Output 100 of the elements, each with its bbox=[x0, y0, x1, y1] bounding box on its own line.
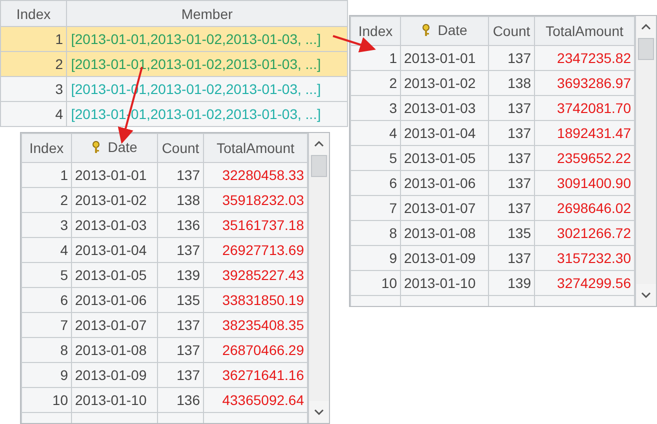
table-cell: 136 bbox=[158, 388, 204, 412]
scroll-down-button[interactable] bbox=[636, 284, 656, 306]
scroll-up-button[interactable] bbox=[309, 133, 329, 155]
table-cell: 35918232.03 bbox=[204, 188, 308, 212]
header-label: Date bbox=[438, 22, 468, 38]
table-cell: 1 bbox=[22, 162, 72, 188]
chevron-up-icon bbox=[641, 24, 651, 30]
table-cell: 2013-01-08 bbox=[72, 338, 158, 362]
table-cell: 3 bbox=[0, 76, 66, 102]
table-cell: 136 bbox=[158, 212, 204, 238]
table-cell: 138 bbox=[158, 188, 204, 212]
table-cell: 9 bbox=[22, 362, 72, 388]
table-cell: 137 bbox=[158, 238, 204, 262]
header-label: Date bbox=[108, 139, 138, 156]
table-cell: 36271641.16 bbox=[204, 362, 308, 388]
table-cell: 7 bbox=[22, 312, 72, 338]
table-cell: 137 bbox=[488, 146, 534, 170]
table-cell: 2 bbox=[22, 188, 72, 212]
table-cell: 8 bbox=[22, 338, 72, 362]
table-cell: 5 bbox=[350, 146, 400, 170]
arrow bbox=[332, 35, 376, 52]
column-header: TotalAmount bbox=[204, 134, 308, 162]
table-cell: 2698646.02 bbox=[534, 196, 634, 220]
table-cell: 9 bbox=[350, 246, 400, 270]
column-header: Count bbox=[158, 134, 204, 162]
table-cell: 1892431.47 bbox=[534, 120, 634, 146]
table-cell: 137 bbox=[488, 96, 534, 120]
scrollbar[interactable] bbox=[635, 16, 656, 306]
chevron-down-icon bbox=[641, 292, 651, 298]
table-cell: 2013-01-06 bbox=[400, 170, 488, 196]
table-cell: 43365092.64 bbox=[204, 388, 308, 412]
table-cell: 2013-01-05 bbox=[72, 262, 158, 288]
table-cell: 2013-01-01 bbox=[400, 46, 488, 70]
table-cell: 26870466.29 bbox=[204, 338, 308, 362]
table-row[interactable]: 2 [2013-01-01,2013-01-02,2013-01-03, ...] bbox=[0, 52, 348, 76]
scroll-thumb[interactable] bbox=[638, 38, 654, 60]
table-cell: 1 bbox=[0, 26, 66, 52]
table-cell: 2359652.22 bbox=[534, 146, 634, 170]
scroll-up-button[interactable] bbox=[636, 16, 656, 38]
table-cell: 135 bbox=[488, 220, 534, 246]
table-cell: 39285227.43 bbox=[204, 262, 308, 288]
table-cell: 6 bbox=[350, 170, 400, 196]
table-cell: 33831850.19 bbox=[204, 288, 308, 312]
table-cell: 4 bbox=[350, 120, 400, 146]
table-cell: 2 bbox=[350, 70, 400, 96]
table-cell: 3021266.72 bbox=[534, 220, 634, 246]
table-cell: 2013-01-08 bbox=[400, 220, 488, 246]
table-cell: 2013-01-06 bbox=[72, 288, 158, 312]
table-cell: 3 bbox=[22, 212, 72, 238]
table-cell: 32280458.33 bbox=[204, 162, 308, 188]
table-cell: 135 bbox=[158, 288, 204, 312]
table-cell: 4 bbox=[22, 238, 72, 262]
table-cell: 137 bbox=[158, 312, 204, 338]
table-cell: 6 bbox=[22, 288, 72, 312]
table-cell: 2013-01-07 bbox=[72, 312, 158, 338]
column-header: Index bbox=[22, 134, 72, 162]
chevron-up-icon bbox=[314, 141, 324, 147]
table-cell: 2013-01-10 bbox=[400, 270, 488, 296]
table-cell: 10 bbox=[350, 270, 400, 296]
table-cell: 8 bbox=[350, 220, 400, 246]
table-cell: 2347235.82 bbox=[534, 46, 634, 70]
table-cell: 1 bbox=[350, 46, 400, 70]
key-icon bbox=[92, 140, 100, 154]
table-cell: 137 bbox=[488, 46, 534, 70]
table-cell: 2013-01-02 bbox=[72, 188, 158, 212]
table-cell: 38235408.35 bbox=[204, 312, 308, 338]
table-cell: 2 bbox=[0, 52, 66, 76]
key-icon bbox=[422, 24, 430, 37]
table-cell: 3157232.30 bbox=[534, 246, 634, 270]
table-cell: 139 bbox=[488, 270, 534, 296]
scroll-down-button[interactable] bbox=[309, 401, 329, 423]
table-cell: 2013-01-10 bbox=[72, 388, 158, 412]
table-cell: 7 bbox=[350, 196, 400, 220]
table-cell: 3274299.56 bbox=[534, 270, 634, 296]
scrollbar[interactable] bbox=[308, 133, 329, 423]
scroll-thumb[interactable] bbox=[311, 155, 327, 177]
column-header: TotalAmount bbox=[534, 16, 634, 46]
table-cell: 2013-01-02 bbox=[400, 70, 488, 96]
table-cell: 2013-01-07 bbox=[400, 196, 488, 220]
table-cell: 137 bbox=[488, 196, 534, 220]
table-cell: 10 bbox=[22, 388, 72, 412]
column-header: Member bbox=[66, 0, 348, 26]
table-cell: 2013-01-03 bbox=[72, 212, 158, 238]
column-header: Index bbox=[350, 16, 400, 46]
table-cell: 137 bbox=[488, 170, 534, 196]
table-row[interactable]: 1 [2013-01-01,2013-01-02,2013-01-03, ...] bbox=[0, 26, 348, 52]
chevron-down-icon bbox=[314, 409, 324, 415]
column-header: Index bbox=[0, 0, 66, 26]
table-cell: 2013-01-09 bbox=[400, 246, 488, 270]
table-cell: 137 bbox=[158, 362, 204, 388]
table-cell: 3 bbox=[350, 96, 400, 120]
table-cell: 137 bbox=[488, 246, 534, 270]
table-cell: 2013-01-03 bbox=[400, 96, 488, 120]
table-cell: 139 bbox=[158, 262, 204, 288]
table-cell: 137 bbox=[158, 338, 204, 362]
table-cell: 2013-01-04 bbox=[400, 120, 488, 146]
table-cell: 3091400.90 bbox=[534, 170, 634, 196]
table-cell: 26927713.69 bbox=[204, 238, 308, 262]
table-cell: 3693286.97 bbox=[534, 70, 634, 96]
table-cell: 137 bbox=[158, 162, 204, 188]
